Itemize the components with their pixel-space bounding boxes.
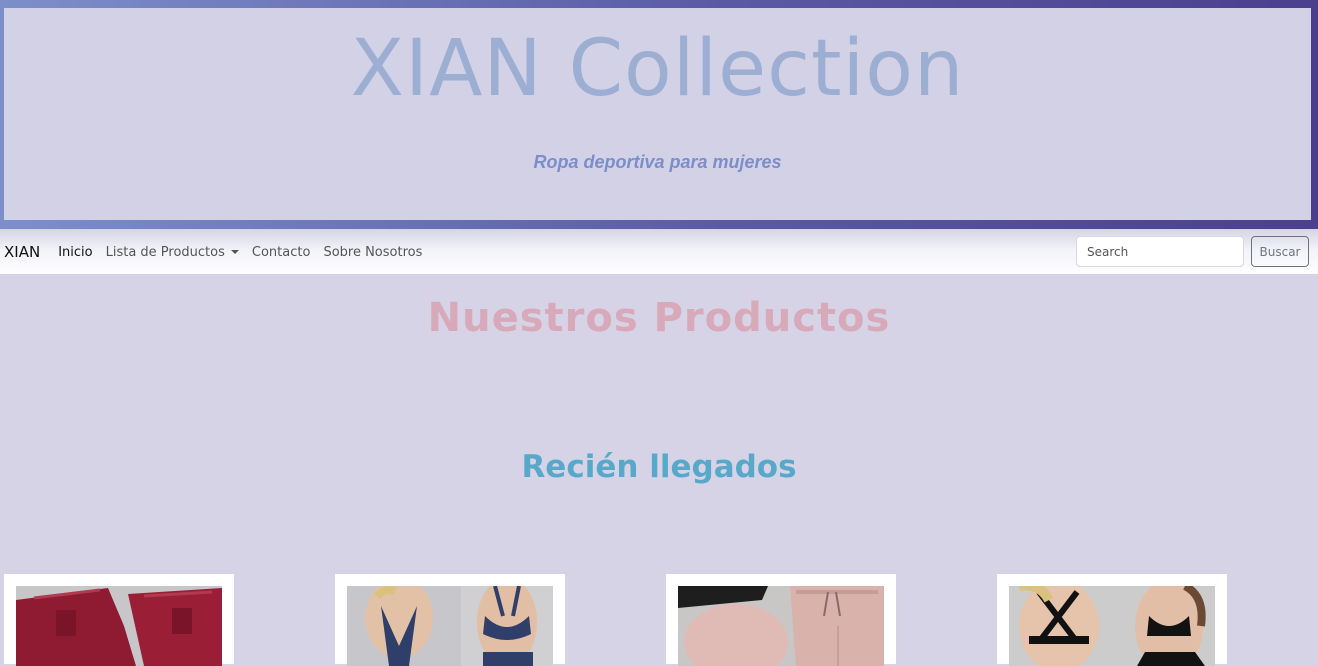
products-heading: Nuestros Productos [427,295,891,341]
site-subtitle: Ropa deportiva para mujeres [533,152,782,172]
new-arrivals-heading: Recién llegados [521,449,797,485]
product-image [347,586,553,666]
header-panel: XIAN Collection Ropa deportiva para muje… [4,8,1311,220]
site-title: XIAN Collection [350,24,965,114]
nav-link-sobre-nosotros[interactable]: Sobre Nosotros [323,245,422,260]
chevron-down-icon [230,250,239,254]
product-image [1009,586,1215,666]
product-image [678,586,884,666]
nav-link-lista-de-productos-label: Lista de Productos [105,244,225,260]
product-card[interactable] [666,574,896,666]
product-card[interactable] [335,574,565,666]
nav-link-contacto[interactable]: Contacto [252,245,311,260]
nav-link-inicio[interactable]: Inicio [58,245,92,260]
product-image [16,586,222,666]
nav-link-lista-de-productos[interactable]: Lista de Productos [106,245,239,260]
product-card[interactable] [997,574,1227,666]
search-input[interactable] [1076,236,1244,267]
product-card[interactable] [4,574,234,666]
navbar: XIAN Inicio Lista de Productos Contacto … [0,230,1318,274]
navbar-brand[interactable]: XIAN [4,243,40,261]
header-banner: XIAN Collection Ropa deportiva para muje… [0,0,1318,229]
search-button[interactable]: Buscar [1251,236,1309,267]
